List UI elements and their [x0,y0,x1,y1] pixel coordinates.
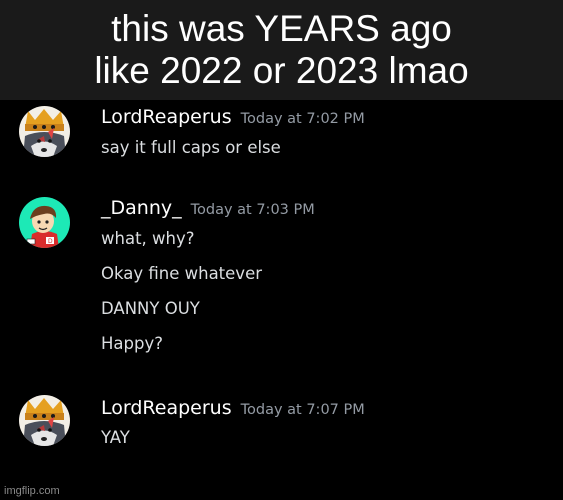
timestamp[interactable]: Today at 7:02 PM [241,111,365,127]
username[interactable]: _Danny_ [101,197,182,219]
message-header: _Danny_ Today at 7:03 PM [101,197,315,219]
imgflip-watermark: imgflip.com [4,485,60,497]
avatar-danny[interactable]: D [19,197,70,248]
timestamp[interactable]: Today at 7:07 PM [241,402,365,418]
message-group-lordreaperus-2: LordReaperus Today at 7:07 PM YAY [0,393,563,473]
caption-line-1: this was YEARS ago [111,8,452,49]
avatar-lordreaperus-2[interactable] [19,395,70,446]
message-header: LordReaperus Today at 7:07 PM [101,397,365,419]
message-text: say it full caps or else [101,138,281,157]
meme-caption: this was YEARS ago like 2022 or 2023 lma… [0,0,563,100]
wolf-king-avatar-icon [19,395,70,446]
avatar-lordreaperus-1[interactable] [19,106,70,157]
caption-line-2: like 2022 or 2023 lmao [94,50,469,91]
username[interactable]: LordReaperus [101,106,232,128]
svg-text:D: D [48,238,53,245]
message-text: what, why? [101,229,195,248]
message-text: Okay fine whatever [101,264,263,283]
message-text: Happy? [101,334,163,353]
message-group-danny: D _Danny_ Today at 7:03 PM what, why? Oka… [0,193,563,363]
timestamp[interactable]: Today at 7:03 PM [191,202,315,218]
cartoon-boy-avatar-icon: D [19,197,70,248]
message-group-lordreaperus-1: LordReaperus Today at 7:02 PM say it full… [0,100,563,180]
message-text: YAY [101,428,130,447]
chat-message-list: LordReaperus Today at 7:02 PM say it full… [0,100,563,500]
message-header: LordReaperus Today at 7:02 PM [101,106,365,128]
message-text: DANNY OUY [101,299,200,318]
wolf-king-avatar-icon [19,106,70,157]
username[interactable]: LordReaperus [101,397,232,419]
